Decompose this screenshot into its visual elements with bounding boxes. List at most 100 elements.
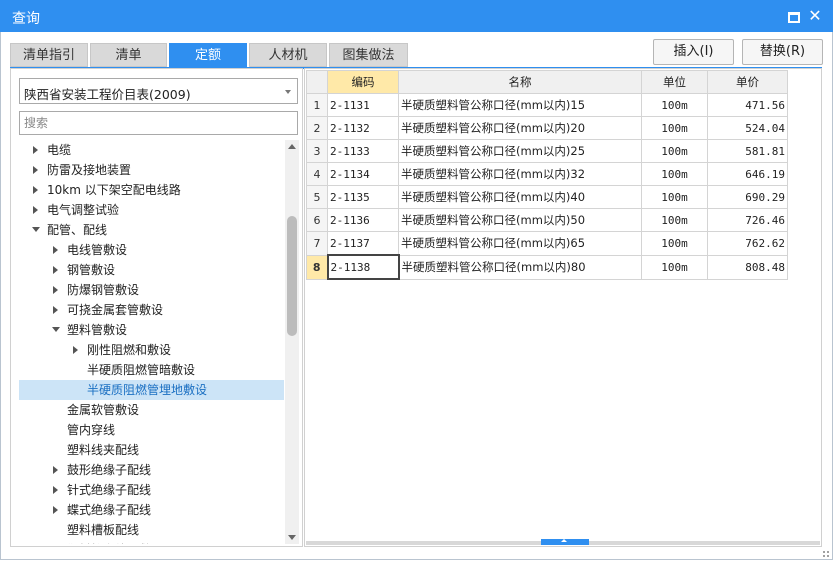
cell-name[interactable]: 半硬质塑料管公称口径(mm以内)15 <box>398 93 642 117</box>
cell-name[interactable]: 半硬质塑料管公称口径(mm以内)50 <box>398 208 642 232</box>
table-row[interactable]: 5 2-1135 半硬质塑料管公称口径(mm以内)40 100m 690.29 <box>306 185 788 209</box>
row-number[interactable]: 4 <box>306 162 328 186</box>
search-input[interactable] <box>19 111 298 135</box>
cell-code[interactable]: 2-1137 <box>327 231 399 256</box>
tree-node[interactable]: 塑料护套线明敷设 <box>19 540 284 544</box>
resize-grip-icon[interactable] <box>822 550 830 558</box>
table-row[interactable]: 8 2-1138 半硬质塑料管公称口径(mm以内)80 100m 808.48 <box>306 254 788 280</box>
cell-code[interactable]: 2-1136 <box>327 208 399 232</box>
cell-price[interactable]: 581.81 <box>707 139 788 163</box>
tree-node[interactable]: 塑料管敷设 <box>19 320 284 340</box>
cell-price[interactable]: 726.46 <box>707 208 788 232</box>
tree-node[interactable]: 防雷及接地装置 <box>19 160 284 180</box>
tree-node[interactable]: 蝶式绝缘子配线 <box>19 500 284 520</box>
collapsed-arrow-icon[interactable] <box>33 206 38 214</box>
close-icon[interactable]: ✕ <box>806 7 824 25</box>
column-header-unit[interactable]: 单位 <box>641 70 708 94</box>
tree-node[interactable]: 塑料槽板配线 <box>19 520 284 540</box>
tree-scrollbar[interactable] <box>285 140 299 544</box>
expanded-arrow-icon[interactable] <box>52 327 60 332</box>
insert-button[interactable]: 插入(I) <box>653 39 734 65</box>
cell-name[interactable]: 半硬质塑料管公称口径(mm以内)25 <box>398 139 642 163</box>
tab-labor-material[interactable]: 人材机 <box>249 43 327 67</box>
table-row[interactable]: 1 2-1131 半硬质塑料管公称口径(mm以内)15 100m 471.56 <box>306 93 788 117</box>
collapsed-arrow-icon[interactable] <box>53 506 58 514</box>
tab-bill-guide[interactable]: 清单指引 <box>10 43 88 67</box>
cell-name[interactable]: 半硬质塑料管公称口径(mm以内)80 <box>398 254 642 280</box>
tree-node[interactable]: 刚性阻燃和敷设 <box>19 340 284 360</box>
cell-unit[interactable]: 100m <box>641 116 708 140</box>
cell-code[interactable]: 2-1135 <box>327 185 399 209</box>
column-header-code[interactable]: 编码 <box>327 70 399 94</box>
collapsed-arrow-icon[interactable] <box>53 466 58 474</box>
cell-unit[interactable]: 100m <box>641 208 708 232</box>
cell-name[interactable]: 半硬质塑料管公称口径(mm以内)20 <box>398 116 642 140</box>
cell-code[interactable]: 2-1132 <box>327 116 399 140</box>
row-number[interactable]: 7 <box>306 231 328 256</box>
collapse-handle[interactable] <box>541 539 589 545</box>
cell-price[interactable]: 646.19 <box>707 162 788 186</box>
tree-node[interactable]: 塑料线夹配线 <box>19 440 284 460</box>
cell-name[interactable]: 半硬质塑料管公称口径(mm以内)40 <box>398 185 642 209</box>
tree-node[interactable]: 半硬质阻燃管埋地敷设 <box>19 380 284 400</box>
collapsed-arrow-icon[interactable] <box>53 246 58 254</box>
cell-name[interactable]: 半硬质塑料管公称口径(mm以内)32 <box>398 162 642 186</box>
cell-unit[interactable]: 100m <box>641 162 708 186</box>
column-header-name[interactable]: 名称 <box>398 70 642 94</box>
cell-unit[interactable]: 100m <box>641 93 708 117</box>
tree-node[interactable]: 电缆 <box>19 140 284 160</box>
cell-unit[interactable]: 100m <box>641 254 708 280</box>
collapsed-arrow-icon[interactable] <box>33 166 38 174</box>
collapsed-arrow-icon[interactable] <box>33 146 38 154</box>
collapsed-arrow-icon[interactable] <box>73 346 78 354</box>
row-number[interactable]: 3 <box>306 139 328 163</box>
tree-node[interactable]: 管内穿线 <box>19 420 284 440</box>
table-row[interactable]: 6 2-1136 半硬质塑料管公称口径(mm以内)50 100m 726.46 <box>306 208 788 232</box>
cell-code[interactable]: 2-1133 <box>327 139 399 163</box>
tree-node[interactable]: 可挠金属套管敷设 <box>19 300 284 320</box>
tree-node[interactable]: 配管、配线 <box>19 220 284 240</box>
cell-price[interactable]: 762.62 <box>707 231 788 256</box>
cell-price[interactable]: 690.29 <box>707 185 788 209</box>
collapsed-arrow-icon[interactable] <box>53 486 58 494</box>
cell-code[interactable]: 2-1138 <box>326 254 400 280</box>
table-row[interactable]: 3 2-1133 半硬质塑料管公称口径(mm以内)25 100m 581.81 <box>306 139 788 163</box>
tree-node[interactable]: 半硬质阻燃管暗敷设 <box>19 360 284 380</box>
collapsed-arrow-icon[interactable] <box>53 266 58 274</box>
row-number[interactable]: 8 <box>306 254 328 280</box>
tree-node[interactable]: 10km 以下架空配电线路 <box>19 180 284 200</box>
tab-quota[interactable]: 定额 <box>169 43 247 67</box>
tab-bill[interactable]: 清单 <box>90 43 167 67</box>
cell-price[interactable]: 471.56 <box>707 93 788 117</box>
scroll-up-icon[interactable] <box>288 144 296 149</box>
tree-node[interactable]: 金属软管敷设 <box>19 400 284 420</box>
tree-node[interactable]: 电气调整试验 <box>19 200 284 220</box>
expanded-arrow-icon[interactable] <box>32 227 40 232</box>
maximize-icon[interactable] <box>784 7 802 25</box>
collapsed-arrow-icon[interactable] <box>53 306 58 314</box>
cell-code[interactable]: 2-1131 <box>327 93 399 117</box>
table-row[interactable]: 2 2-1132 半硬质塑料管公称口径(mm以内)20 100m 524.04 <box>306 116 788 140</box>
table-row[interactable]: 4 2-1134 半硬质塑料管公称口径(mm以内)32 100m 646.19 <box>306 162 788 186</box>
scroll-thumb[interactable] <box>287 216 297 336</box>
tree-node[interactable]: 电线管敷设 <box>19 240 284 260</box>
cell-name[interactable]: 半硬质塑料管公称口径(mm以内)65 <box>398 231 642 256</box>
column-header-price[interactable]: 单价 <box>707 70 788 94</box>
table-row[interactable]: 7 2-1137 半硬质塑料管公称口径(mm以内)65 100m 762.62 <box>306 231 788 256</box>
cell-code[interactable]: 2-1134 <box>327 162 399 186</box>
tree-node[interactable]: 钢管敷设 <box>19 260 284 280</box>
collapsed-arrow-icon[interactable] <box>53 286 58 294</box>
replace-button[interactable]: 替换(R) <box>742 39 823 65</box>
row-number[interactable]: 6 <box>306 208 328 232</box>
row-number[interactable]: 2 <box>306 116 328 140</box>
scroll-down-icon[interactable] <box>288 535 296 540</box>
cell-unit[interactable]: 100m <box>641 139 708 163</box>
row-number[interactable]: 5 <box>306 185 328 209</box>
cell-price[interactable]: 808.48 <box>707 254 788 280</box>
tree-node[interactable]: 鼓形绝缘子配线 <box>19 460 284 480</box>
row-number[interactable]: 1 <box>306 93 328 117</box>
library-select[interactable]: 陕西省安装工程价目表(2009) <box>19 78 298 104</box>
cell-unit[interactable]: 100m <box>641 185 708 209</box>
collapsed-arrow-icon[interactable] <box>33 186 38 194</box>
cell-unit[interactable]: 100m <box>641 231 708 256</box>
